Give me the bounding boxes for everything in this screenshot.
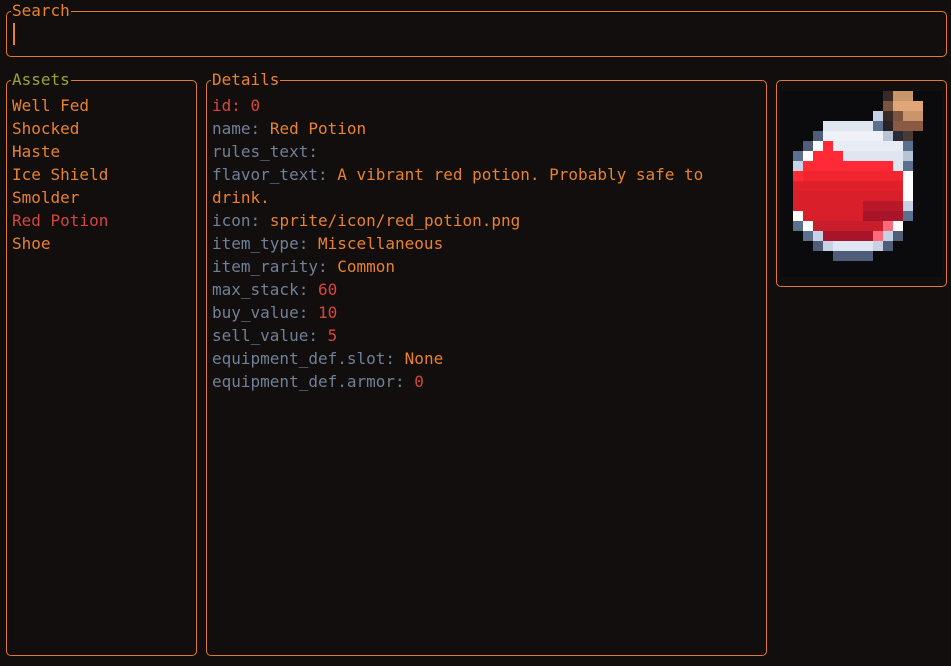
detail-value: Red Potion — [269, 119, 367, 138]
detail-key: rules_text: — [212, 142, 318, 161]
detail-value: Common — [337, 257, 396, 276]
details-fields: id: 0 name: Red Potion rules_text: flavo… — [212, 94, 742, 393]
details-panel: Details id: 0 name: Red Potion rules_tex… — [206, 71, 767, 656]
detail-key: item_type: — [212, 234, 309, 253]
asset-item[interactable]: Shoe — [12, 232, 108, 255]
detail-row-rules-text: rules_text: — [212, 140, 742, 163]
detail-row-max-stack: max_stack: 60 — [212, 278, 742, 301]
asset-item[interactable]: Well Fed — [12, 94, 108, 117]
detail-value: 10 — [317, 303, 338, 322]
detail-row-equipment-slot: equipment_def.slot: None — [212, 347, 742, 370]
detail-key: equipment_def.armor: — [212, 372, 405, 391]
detail-row-item-rarity: item_rarity: Common — [212, 255, 742, 278]
details-title: Details — [211, 70, 281, 89]
detail-row-item-type: item_type: Miscellaneous — [212, 232, 742, 255]
detail-row-flavor-text: flavor_text: A vibrant red potion. Proba… — [212, 163, 742, 209]
detail-row-icon: icon: sprite/icon/red_potion.png — [212, 209, 742, 232]
detail-key: flavor_text: — [212, 165, 328, 184]
detail-row-buy-value: buy_value: 10 — [212, 301, 742, 324]
detail-key: item_rarity: — [212, 257, 328, 276]
preview-panel — [776, 80, 947, 287]
detail-row-equipment-armor: equipment_def.armor: 0 — [212, 370, 742, 393]
detail-value: None — [404, 349, 444, 368]
detail-row-id: id: 0 — [212, 94, 742, 117]
assets-list: Well Fed Shocked Haste Ice Shield Smolde… — [12, 94, 108, 255]
red-potion-sprite-icon — [781, 91, 942, 277]
detail-value: Miscellaneous — [317, 234, 444, 253]
asset-item[interactable]: Shocked — [12, 117, 108, 140]
detail-key: icon: — [212, 211, 261, 230]
assets-title: Assets — [11, 70, 71, 89]
detail-key: sell_value: — [212, 326, 318, 345]
detail-key: id: — [212, 96, 241, 115]
asset-item-selected[interactable]: Red Potion — [12, 209, 108, 232]
detail-key: buy_value: — [212, 303, 309, 322]
search-panel: Search — [6, 2, 947, 57]
search-input[interactable] — [13, 23, 15, 45]
asset-item[interactable]: Smolder — [12, 186, 108, 209]
search-title: Search — [11, 1, 71, 20]
asset-item[interactable]: Haste — [12, 140, 108, 163]
detail-key: equipment_def.slot: — [212, 349, 396, 368]
assets-panel: Assets Well Fed Shocked Haste Ice Shield… — [6, 71, 197, 656]
detail-value: 0 — [414, 372, 424, 391]
red-potion-sprite-svg — [793, 91, 923, 261]
detail-value: 5 — [327, 326, 338, 345]
detail-key: name: — [212, 119, 261, 138]
detail-row-sell-value: sell_value: 5 — [212, 324, 742, 347]
detail-row-name: name: Red Potion — [212, 117, 742, 140]
detail-value: 60 — [317, 280, 338, 299]
detail-value: sprite/icon/red_potion.png — [269, 211, 521, 230]
detail-value: 0 — [250, 96, 261, 115]
asset-item[interactable]: Ice Shield — [12, 163, 108, 186]
detail-key: max_stack: — [212, 280, 309, 299]
